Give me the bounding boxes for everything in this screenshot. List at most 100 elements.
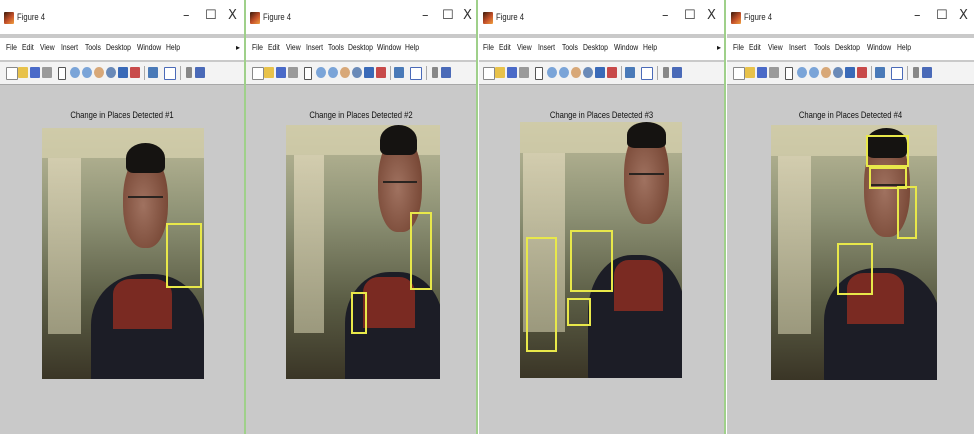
menu-view[interactable]: View <box>768 43 783 52</box>
minimize-button[interactable]: – <box>662 9 669 23</box>
colorbar-icon[interactable] <box>394 67 404 78</box>
menu-desktop[interactable]: Desktop <box>835 43 860 52</box>
minimize-button[interactable]: – <box>422 9 429 23</box>
minimize-button[interactable]: – <box>183 9 190 23</box>
colorbar-icon[interactable] <box>148 67 158 78</box>
rotate-icon[interactable] <box>583 67 593 78</box>
show-plot-tools-icon[interactable] <box>195 67 205 78</box>
print-icon[interactable] <box>42 67 52 78</box>
hide-plot-tools-icon[interactable] <box>663 67 669 78</box>
menu-edit[interactable]: Edit <box>268 43 280 52</box>
close-button[interactable]: X <box>959 9 968 23</box>
pan-icon[interactable] <box>821 67 831 78</box>
menu-view[interactable]: View <box>40 43 55 52</box>
menu-window[interactable]: Window <box>377 43 401 52</box>
legend-icon[interactable] <box>410 67 422 80</box>
close-button[interactable]: X <box>463 9 472 23</box>
open-file-icon[interactable] <box>18 67 28 78</box>
menu-insert[interactable]: Insert <box>538 43 555 52</box>
menu-window[interactable]: Window <box>867 43 891 52</box>
menu-file[interactable]: File <box>483 43 494 52</box>
menu-file[interactable]: File <box>6 43 17 52</box>
legend-icon[interactable] <box>891 67 903 80</box>
colorbar-icon[interactable] <box>625 67 635 78</box>
rotate-icon[interactable] <box>352 67 362 78</box>
menu-tools[interactable]: Tools <box>328 43 344 52</box>
zoom-out-icon[interactable] <box>559 67 569 78</box>
menu-help[interactable]: Help <box>643 43 657 52</box>
menu-desktop[interactable]: Desktop <box>583 43 608 52</box>
legend-icon[interactable] <box>641 67 653 80</box>
hide-plot-tools-icon[interactable] <box>186 67 192 78</box>
print-icon[interactable] <box>519 67 529 78</box>
menu-file[interactable]: File <box>252 43 263 52</box>
new-figure-icon[interactable] <box>252 67 264 80</box>
show-plot-tools-icon[interactable] <box>922 67 932 78</box>
maximize-button[interactable]: ☐ <box>442 9 454 23</box>
open-file-icon[interactable] <box>495 67 505 78</box>
menu-view[interactable]: View <box>286 43 301 52</box>
zoom-out-icon[interactable] <box>328 67 338 78</box>
hide-plot-tools-icon[interactable] <box>913 67 919 78</box>
zoom-in-icon[interactable] <box>316 67 326 78</box>
zoom-in-icon[interactable] <box>797 67 807 78</box>
brush-icon[interactable] <box>857 67 867 78</box>
menu-insert[interactable]: Insert <box>61 43 78 52</box>
print-icon[interactable] <box>288 67 298 78</box>
new-figure-icon[interactable] <box>733 67 745 80</box>
data-cursor-icon[interactable] <box>845 67 855 78</box>
data-cursor-icon[interactable] <box>595 67 605 78</box>
menu-edit[interactable]: Edit <box>499 43 511 52</box>
data-cursor-icon[interactable] <box>364 67 374 78</box>
colorbar-icon[interactable] <box>875 67 885 78</box>
menu-view[interactable]: View <box>517 43 532 52</box>
close-button[interactable]: X <box>707 9 716 23</box>
menu-insert[interactable]: Insert <box>306 43 323 52</box>
show-plot-tools-icon[interactable] <box>672 67 682 78</box>
menu-help[interactable]: Help <box>405 43 419 52</box>
save-icon[interactable] <box>757 67 767 78</box>
menu-tools[interactable]: Tools <box>85 43 101 52</box>
menu-desktop[interactable]: Desktop <box>348 43 373 52</box>
zoom-out-icon[interactable] <box>82 67 92 78</box>
menu-help[interactable]: Help <box>897 43 911 52</box>
rotate-icon[interactable] <box>833 67 843 78</box>
pointer-icon[interactable] <box>304 67 312 80</box>
save-icon[interactable] <box>507 67 517 78</box>
pointer-icon[interactable] <box>785 67 793 80</box>
zoom-out-icon[interactable] <box>809 67 819 78</box>
menu-edit[interactable]: Edit <box>749 43 761 52</box>
hide-plot-tools-icon[interactable] <box>432 67 438 78</box>
maximize-button[interactable]: ☐ <box>936 9 948 23</box>
pointer-icon[interactable] <box>535 67 543 80</box>
menu-tools[interactable]: Tools <box>814 43 830 52</box>
new-figure-icon[interactable] <box>6 67 18 80</box>
menu-overflow-arrow[interactable]: ▸ <box>717 43 721 52</box>
menu-window[interactable]: Window <box>137 43 161 52</box>
open-file-icon[interactable] <box>264 67 274 78</box>
data-cursor-icon[interactable] <box>118 67 128 78</box>
menu-insert[interactable]: Insert <box>789 43 806 52</box>
save-icon[interactable] <box>30 67 40 78</box>
brush-icon[interactable] <box>376 67 386 78</box>
menu-desktop[interactable]: Desktop <box>106 43 131 52</box>
menu-window[interactable]: Window <box>614 43 638 52</box>
menu-help[interactable]: Help <box>166 43 180 52</box>
open-file-icon[interactable] <box>745 67 755 78</box>
pan-icon[interactable] <box>571 67 581 78</box>
menu-tools[interactable]: Tools <box>562 43 578 52</box>
maximize-button[interactable]: ☐ <box>205 9 217 23</box>
minimize-button[interactable]: – <box>914 9 921 23</box>
brush-icon[interactable] <box>607 67 617 78</box>
menu-file[interactable]: File <box>733 43 744 52</box>
pan-icon[interactable] <box>340 67 350 78</box>
menu-overflow-arrow[interactable]: ▸ <box>236 43 240 52</box>
zoom-in-icon[interactable] <box>547 67 557 78</box>
pointer-icon[interactable] <box>58 67 66 80</box>
print-icon[interactable] <box>769 67 779 78</box>
legend-icon[interactable] <box>164 67 176 80</box>
rotate-icon[interactable] <box>106 67 116 78</box>
menu-edit[interactable]: Edit <box>22 43 34 52</box>
brush-icon[interactable] <box>130 67 140 78</box>
save-icon[interactable] <box>276 67 286 78</box>
